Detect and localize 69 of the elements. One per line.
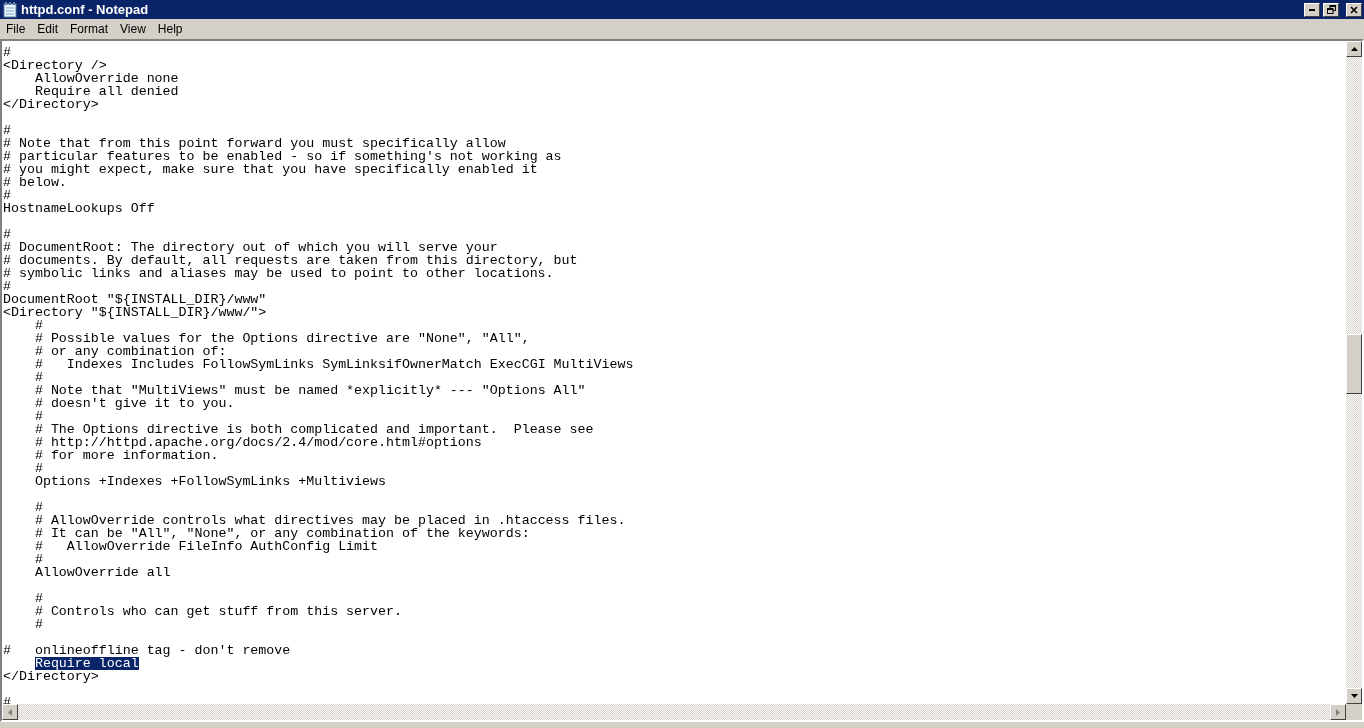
selected-text: Require local [34, 657, 139, 670]
code-line: # AllowOverride controls what directives may be placed in .htaccess files. [34, 514, 626, 527]
code-line: # [34, 319, 43, 332]
scroll-down-button[interactable] [1346, 688, 1362, 704]
code-line: # DocumentRoot: The directory out of which you will serve your [3, 241, 498, 254]
code-line: HostnameLookups Off [3, 202, 155, 215]
code-line: # particular features to be enabled - so if something's not working as [3, 150, 562, 163]
code-line: # below. [3, 176, 67, 189]
menu-item[interactable]: File [0, 21, 32, 36]
code-line: Require all denied [34, 85, 179, 98]
menu-item[interactable]: Edit [31, 21, 65, 36]
left-arrow-icon [8, 708, 12, 716]
code-line: # doesn't give it to you. [34, 397, 235, 410]
code-line: # you might expect, make sure that you have specifically enabled it [3, 163, 538, 176]
vertical-scrollbar[interactable] [1346, 41, 1362, 704]
code-line: AllowOverride all [34, 566, 171, 579]
down-arrow-icon [1350, 694, 1358, 698]
minimize-icon [1309, 8, 1315, 11]
code-line: # AllowOverride FileInfo AuthConfig Limit [34, 540, 379, 553]
code-line: # onlineoffline tag - don't remove [3, 644, 291, 657]
close-icon [1350, 5, 1358, 14]
scroll-thumb[interactable] [1346, 334, 1362, 394]
code-line: # The Options directive is both complicated and important. Please see [34, 423, 594, 436]
code-line: # [34, 553, 43, 566]
close-button[interactable] [1346, 2, 1362, 17]
code-line: # or any combination of: [34, 345, 227, 358]
code-line: # [34, 618, 43, 631]
restore-button[interactable] [1323, 2, 1339, 17]
code-line: # Controls who can get stuff from this server. [34, 605, 402, 618]
code-line: </Directory> [3, 670, 99, 683]
scrollbar-corner [1346, 704, 1362, 720]
code-line: # [34, 462, 43, 475]
right-arrow-icon [1336, 708, 1340, 716]
code-line: # [3, 46, 11, 59]
code-line: # Possible values for the Options directive are "None", "All", [34, 332, 530, 345]
code-line: </Directory> [3, 98, 99, 111]
code-line: # It can be "All", "None", or any combination of the keywords: [34, 527, 530, 540]
code-line: # [3, 189, 11, 202]
restore-icon [1326, 5, 1336, 14]
scroll-right-button[interactable] [1330, 704, 1346, 720]
code-line: # [34, 371, 43, 384]
scroll-up-button[interactable] [1346, 41, 1362, 57]
code-line: # [3, 228, 11, 241]
code-line: # [3, 124, 11, 137]
code-line: <Directory /> [3, 59, 107, 72]
code-line: # [3, 280, 11, 293]
code-line: # http://httpd.apache.org/docs/2.4/mod/core.html#options [34, 436, 482, 449]
menu-item[interactable]: Format [64, 21, 115, 36]
code-line: # for more information. [34, 449, 219, 462]
code-line: # documents. By default, all requests are taken from this directory, but [3, 254, 578, 267]
code-line: DocumentRoot "${INSTALL_DIR}/www" [3, 293, 267, 306]
menu-item[interactable]: Help [151, 21, 189, 36]
window-title: httpd.conf - Notepad [21, 2, 150, 17]
scroll-left-button[interactable] [2, 704, 18, 720]
up-arrow-icon [1350, 47, 1358, 51]
code-line: # [34, 410, 43, 423]
code-line: # Note that from this point forward you must specifically allow [3, 137, 506, 150]
code-line: # Note that "MultiViews" must be named *explicitly* --- "Options All" [34, 384, 586, 397]
code-line: # [34, 501, 43, 514]
minimize-button[interactable] [1304, 2, 1320, 17]
horizontal-scrollbar[interactable] [2, 704, 1362, 720]
code-line: Options +Indexes +FollowSymLinks +Multiviews [34, 475, 387, 488]
code-line: # Indexes Includes FollowSymLinks SymLinksifOwnerMatch ExecCGI MultiViews [34, 358, 634, 371]
code-line: # symbolic links and aliases may be used to point to other locations. [3, 267, 554, 280]
notepad-icon [2, 1, 18, 18]
menu-item[interactable]: View [114, 21, 152, 36]
code-line: AllowOverride none [34, 72, 179, 85]
code-line: # [34, 592, 43, 605]
code-line: <Directory "${INSTALL_DIR}/www/"> [3, 306, 267, 319]
